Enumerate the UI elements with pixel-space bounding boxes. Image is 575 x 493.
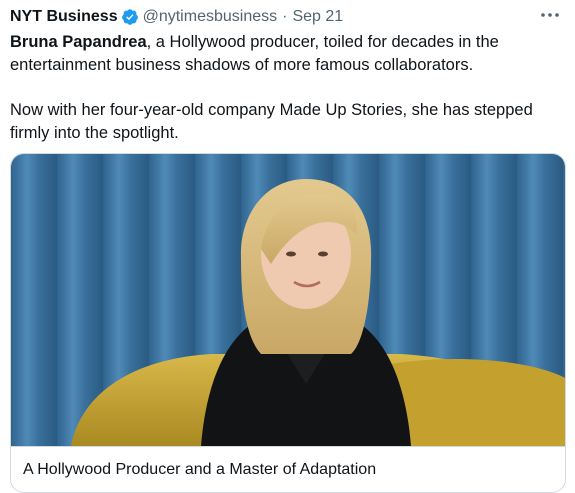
tweet: NYT Business @nytimesbusiness · Sep 21 B… [10, 0, 568, 493]
tweet-paragraph-2: Now with her four-year-old company Made … [10, 101, 533, 142]
tweet-date[interactable]: Sep 21 [292, 8, 343, 26]
tweet-header: NYT Business @nytimesbusiness · Sep 21 [10, 6, 343, 28]
tweet-text: Bruna Papandrea, a Hollywood producer, t… [10, 31, 550, 145]
tweet-text-bold: Bruna Papandrea [10, 33, 147, 51]
more-dots-icon[interactable] [538, 6, 562, 24]
author-name[interactable]: NYT Business [10, 8, 118, 26]
verified-badge-icon [121, 8, 139, 26]
header-separator: · [282, 8, 288, 25]
link-card[interactable]: A Hollywood Producer and a Master of Ada… [10, 153, 566, 493]
author-handle[interactable]: @nytimesbusiness [143, 8, 278, 26]
card-caption[interactable]: A Hollywood Producer and a Master of Ada… [11, 446, 565, 492]
tweet-paragraph-1: Bruna Papandrea, a Hollywood producer, t… [10, 31, 550, 77]
card-image[interactable] [11, 154, 565, 446]
